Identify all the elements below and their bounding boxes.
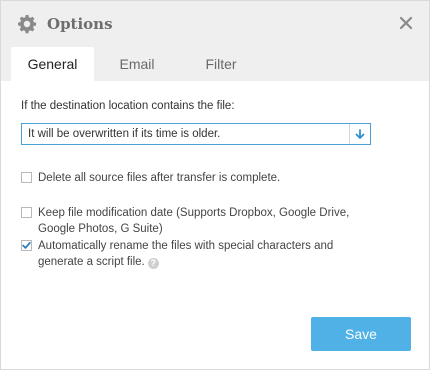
tab-bar: General Email Filter xyxy=(11,47,262,81)
option-keep-date: Keep file modification date (Supports Dr… xyxy=(21,205,368,237)
check-icon xyxy=(22,241,31,249)
option-label: Automatically rename the files with spec… xyxy=(38,238,368,270)
delete-source-checkbox[interactable] xyxy=(21,172,32,183)
close-icon[interactable] xyxy=(397,14,415,32)
auto-rename-text: Automatically rename the files with spec… xyxy=(38,240,334,268)
option-label: Keep file modification date (Supports Dr… xyxy=(38,207,350,235)
option-label: Delete all source files after transfer i… xyxy=(38,172,281,184)
select-value: It will be overwritten if its time is ol… xyxy=(28,128,221,140)
options-dialog: Options General Email Filter If the dest… xyxy=(0,0,430,370)
destination-question: If the destination location contains the… xyxy=(21,100,235,112)
help-icon[interactable]: ? xyxy=(147,258,159,269)
tab-filter[interactable]: Filter xyxy=(180,47,262,81)
auto-rename-checkbox[interactable] xyxy=(21,240,32,251)
keep-date-checkbox[interactable] xyxy=(21,207,32,218)
title-bar: Options xyxy=(17,12,113,36)
arrow-down-icon[interactable] xyxy=(349,124,370,144)
dialog-title: Options xyxy=(47,15,113,33)
option-delete-source: Delete all source files after transfer i… xyxy=(21,170,368,186)
option-auto-rename: Automatically rename the files with spec… xyxy=(21,238,368,270)
save-button[interactable]: Save xyxy=(311,317,411,351)
overwrite-select[interactable]: It will be overwritten if its time is ol… xyxy=(21,123,371,145)
gear-icon xyxy=(18,15,37,34)
tab-email[interactable]: Email xyxy=(94,47,180,81)
dialog-header: Options General Email Filter xyxy=(1,1,429,81)
tab-general[interactable]: General xyxy=(11,47,94,81)
